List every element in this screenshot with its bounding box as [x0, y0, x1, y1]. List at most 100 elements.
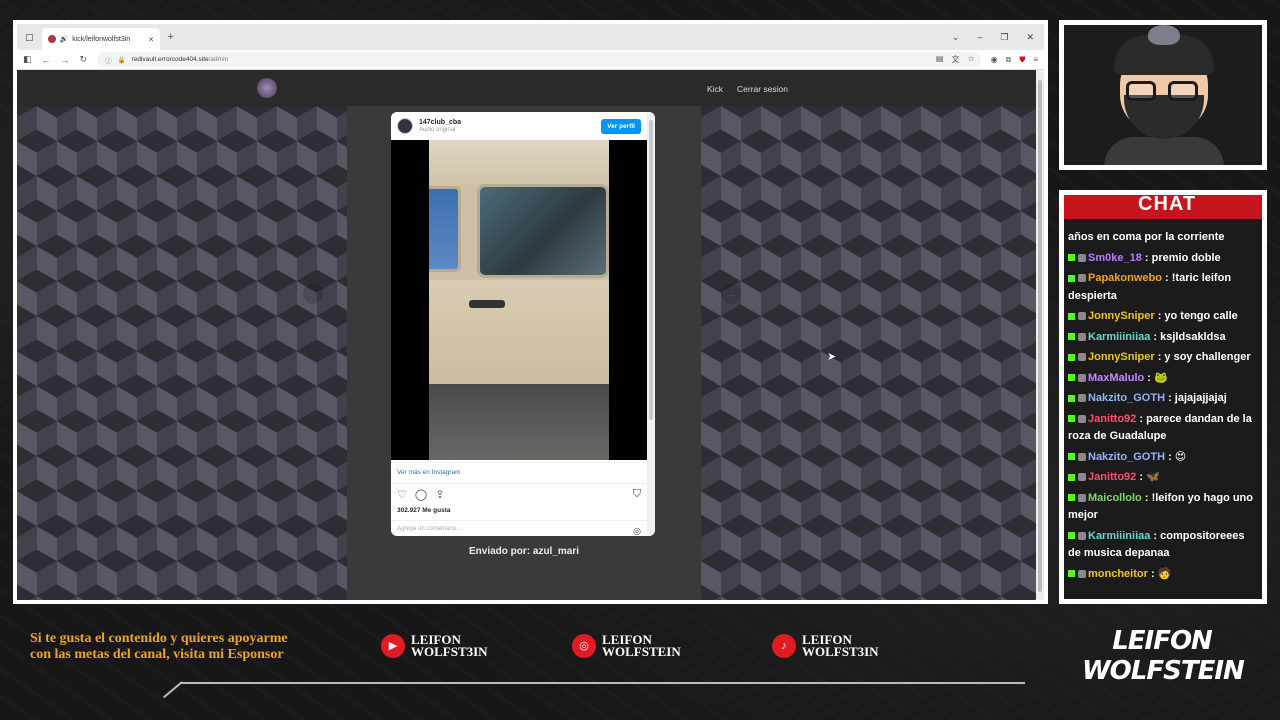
avatar-glasses-right: [1168, 81, 1198, 101]
chat-username[interactable]: moncheitor: [1088, 568, 1148, 580]
prev-arrow-icon[interactable]: ←: [303, 284, 323, 304]
chat-username[interactable]: Nakzito_GOTH: [1088, 392, 1165, 404]
chat-username[interactable]: Janitto92: [1088, 471, 1136, 483]
tab-close-icon[interactable]: ×: [149, 35, 154, 44]
chat-message: años en coma por la corriente: [1068, 229, 1258, 247]
tiktok-icon: ♪: [772, 634, 796, 658]
chat-username[interactable]: Sm0ke_18: [1088, 252, 1142, 264]
chat-message: MaxMalulo : 🐸: [1068, 370, 1258, 388]
view-profile-button[interactable]: Ver perfil: [601, 118, 641, 134]
tiktok-social: ♪ LEIFON WOLFST3IN: [772, 632, 879, 659]
reload-icon[interactable]: ↻: [80, 54, 88, 65]
kick-badge-icon: [1068, 532, 1075, 540]
footer-divider: [180, 682, 1025, 684]
page-scrollbar[interactable]: [1036, 70, 1044, 600]
shield-icon[interactable]: ⛊: [1019, 55, 1025, 65]
address-bar[interactable]: ⓘ 🔒 redivault.errorcode404.site/admin ▤ …: [97, 52, 981, 67]
browser-tab[interactable]: 🔊 kick/leifonwolfst3in ×: [41, 28, 160, 50]
pattern-left: ←: [17, 106, 347, 600]
back-icon[interactable]: ←: [42, 55, 51, 65]
chat-text: : 🧑: [1150, 567, 1172, 580]
restore-icon[interactable]: ❐: [1000, 32, 1008, 43]
chat-username[interactable]: JonnySniper: [1088, 351, 1155, 363]
see-more-link[interactable]: Ver más en Instagram: [391, 462, 647, 484]
chat-username[interactable]: MaxMalulo: [1088, 372, 1144, 384]
youtube-handle: LEIFON WOLFST3IN: [411, 632, 488, 659]
nav-kick-link[interactable]: Kick: [707, 84, 723, 94]
chat-message: Maicollolo : !leifon yo hago uno mejor: [1068, 490, 1258, 525]
van-side-window: [477, 184, 609, 278]
chat-message: moncheitor : 🧑: [1068, 566, 1258, 584]
instagram-subtitle: Audio original: [419, 127, 456, 133]
comment-placeholder: Agrega un comentario...: [397, 526, 462, 532]
chat-username[interactable]: Papakonwebo: [1088, 272, 1162, 284]
share-icon[interactable]: ⇪: [435, 488, 444, 501]
chat-username[interactable]: Janitto92: [1088, 413, 1136, 425]
user-badge-icon: [1078, 473, 1086, 482]
kick-badge-icon: [1068, 353, 1075, 361]
instagram-video[interactable]: [391, 140, 647, 460]
extensions-puzzle-icon[interactable]: ⧉: [1006, 55, 1012, 65]
menu-icon[interactable]: ≡: [1033, 55, 1038, 65]
chat-message: Karmiiiniiaa : ksjldsakldsa: [1068, 329, 1258, 347]
kick-badge-icon: [1068, 453, 1075, 461]
chat-message: JonnySniper : yo tengo calle: [1068, 308, 1258, 326]
close-window-icon[interactable]: ✕: [1026, 32, 1034, 43]
avatar-body: [1104, 137, 1224, 165]
embed-scrollbar[interactable]: [647, 112, 655, 536]
translate-icon[interactable]: 文: [951, 54, 959, 65]
avatar[interactable]: [397, 118, 413, 134]
kick-badge-icon: [1068, 415, 1075, 423]
star-icon[interactable]: ☆: [967, 54, 974, 65]
address-actions: ▤ 文 ☆: [936, 54, 981, 65]
webcam-avatar: [1064, 25, 1262, 165]
pattern-right: →: [701, 106, 1036, 600]
user-badge-icon: [1078, 493, 1086, 502]
chat-username[interactable]: Nakzito_GOTH: [1088, 451, 1165, 463]
kick-badge-icon: [1068, 254, 1075, 262]
tab-search-icon[interactable]: ⌄: [952, 32, 960, 43]
new-tab-button[interactable]: +: [168, 31, 174, 43]
kick-badge-icon: [1068, 570, 1075, 578]
minimize-icon[interactable]: –: [977, 32, 982, 43]
instagram-header: 147club_cba Audio original Ver perfil: [391, 112, 655, 140]
van-handle: [469, 300, 505, 308]
user-badge-icon: [1078, 253, 1086, 262]
chat-text: : premio doble: [1144, 251, 1221, 264]
chat-message: Janitto92 : 🦋: [1068, 469, 1258, 487]
comment-field[interactable]: Agrega un comentario... ◎: [391, 520, 647, 536]
tab-favicon-icon: [47, 35, 56, 43]
user-badge-icon: [1078, 353, 1086, 362]
instagram-icon[interactable]: ◎: [633, 526, 641, 536]
audio-icon[interactable]: 🔊: [60, 35, 69, 43]
comment-icon[interactable]: ◯: [415, 488, 427, 501]
sidebar-icon[interactable]: ◧: [23, 54, 32, 65]
site-info-icon[interactable]: ⓘ: [105, 55, 112, 65]
chat-message: JonnySniper : y soy challenger: [1068, 349, 1258, 367]
sent-by-label: Enviado por: azul_mari: [468, 546, 580, 557]
site-logo[interactable]: [257, 78, 277, 98]
chat-username[interactable]: Karmiiiniiaa: [1088, 530, 1150, 542]
user-badge-icon: [1078, 312, 1086, 321]
extension-icon[interactable]: ◉: [991, 55, 998, 65]
heart-icon[interactable]: ♡: [397, 488, 407, 501]
user-badge-icon: [1078, 414, 1086, 423]
instagram-username[interactable]: 147club_cba: [419, 119, 461, 127]
screen-capture-frame: ▢ 🔊 kick/leifonwolfst3in × + ⌄ – ❐ ✕ ◧ ←…: [13, 20, 1048, 604]
tiktok-handle: LEIFON WOLFST3IN: [802, 632, 879, 659]
avatar-beard: [1124, 95, 1204, 139]
chat-username[interactable]: JonnySniper: [1088, 310, 1155, 322]
chat-message: Janitto92 : parece dandan de la roza de …: [1068, 411, 1258, 446]
tab-actions-icon[interactable]: ▢: [25, 32, 34, 43]
instagram-social: ◎ LEIFON WOLFSTEIN: [572, 633, 681, 658]
reader-icon[interactable]: ▤: [936, 54, 944, 65]
chat-text: : 🐸: [1147, 371, 1168, 384]
brand-line-2: WOLFSTEIN: [1082, 656, 1245, 686]
nav-logout-link[interactable]: Cerrar sesion: [737, 84, 788, 94]
next-arrow-icon[interactable]: →: [721, 284, 741, 304]
youtube-icon: ▶: [381, 634, 405, 658]
bookmark-icon[interactable]: ⛉: [633, 488, 641, 501]
chat-username[interactable]: Maicollolo: [1088, 492, 1142, 504]
chat-username[interactable]: Karmiiiniiaa: [1088, 331, 1150, 343]
forward-icon[interactable]: →: [61, 55, 70, 65]
